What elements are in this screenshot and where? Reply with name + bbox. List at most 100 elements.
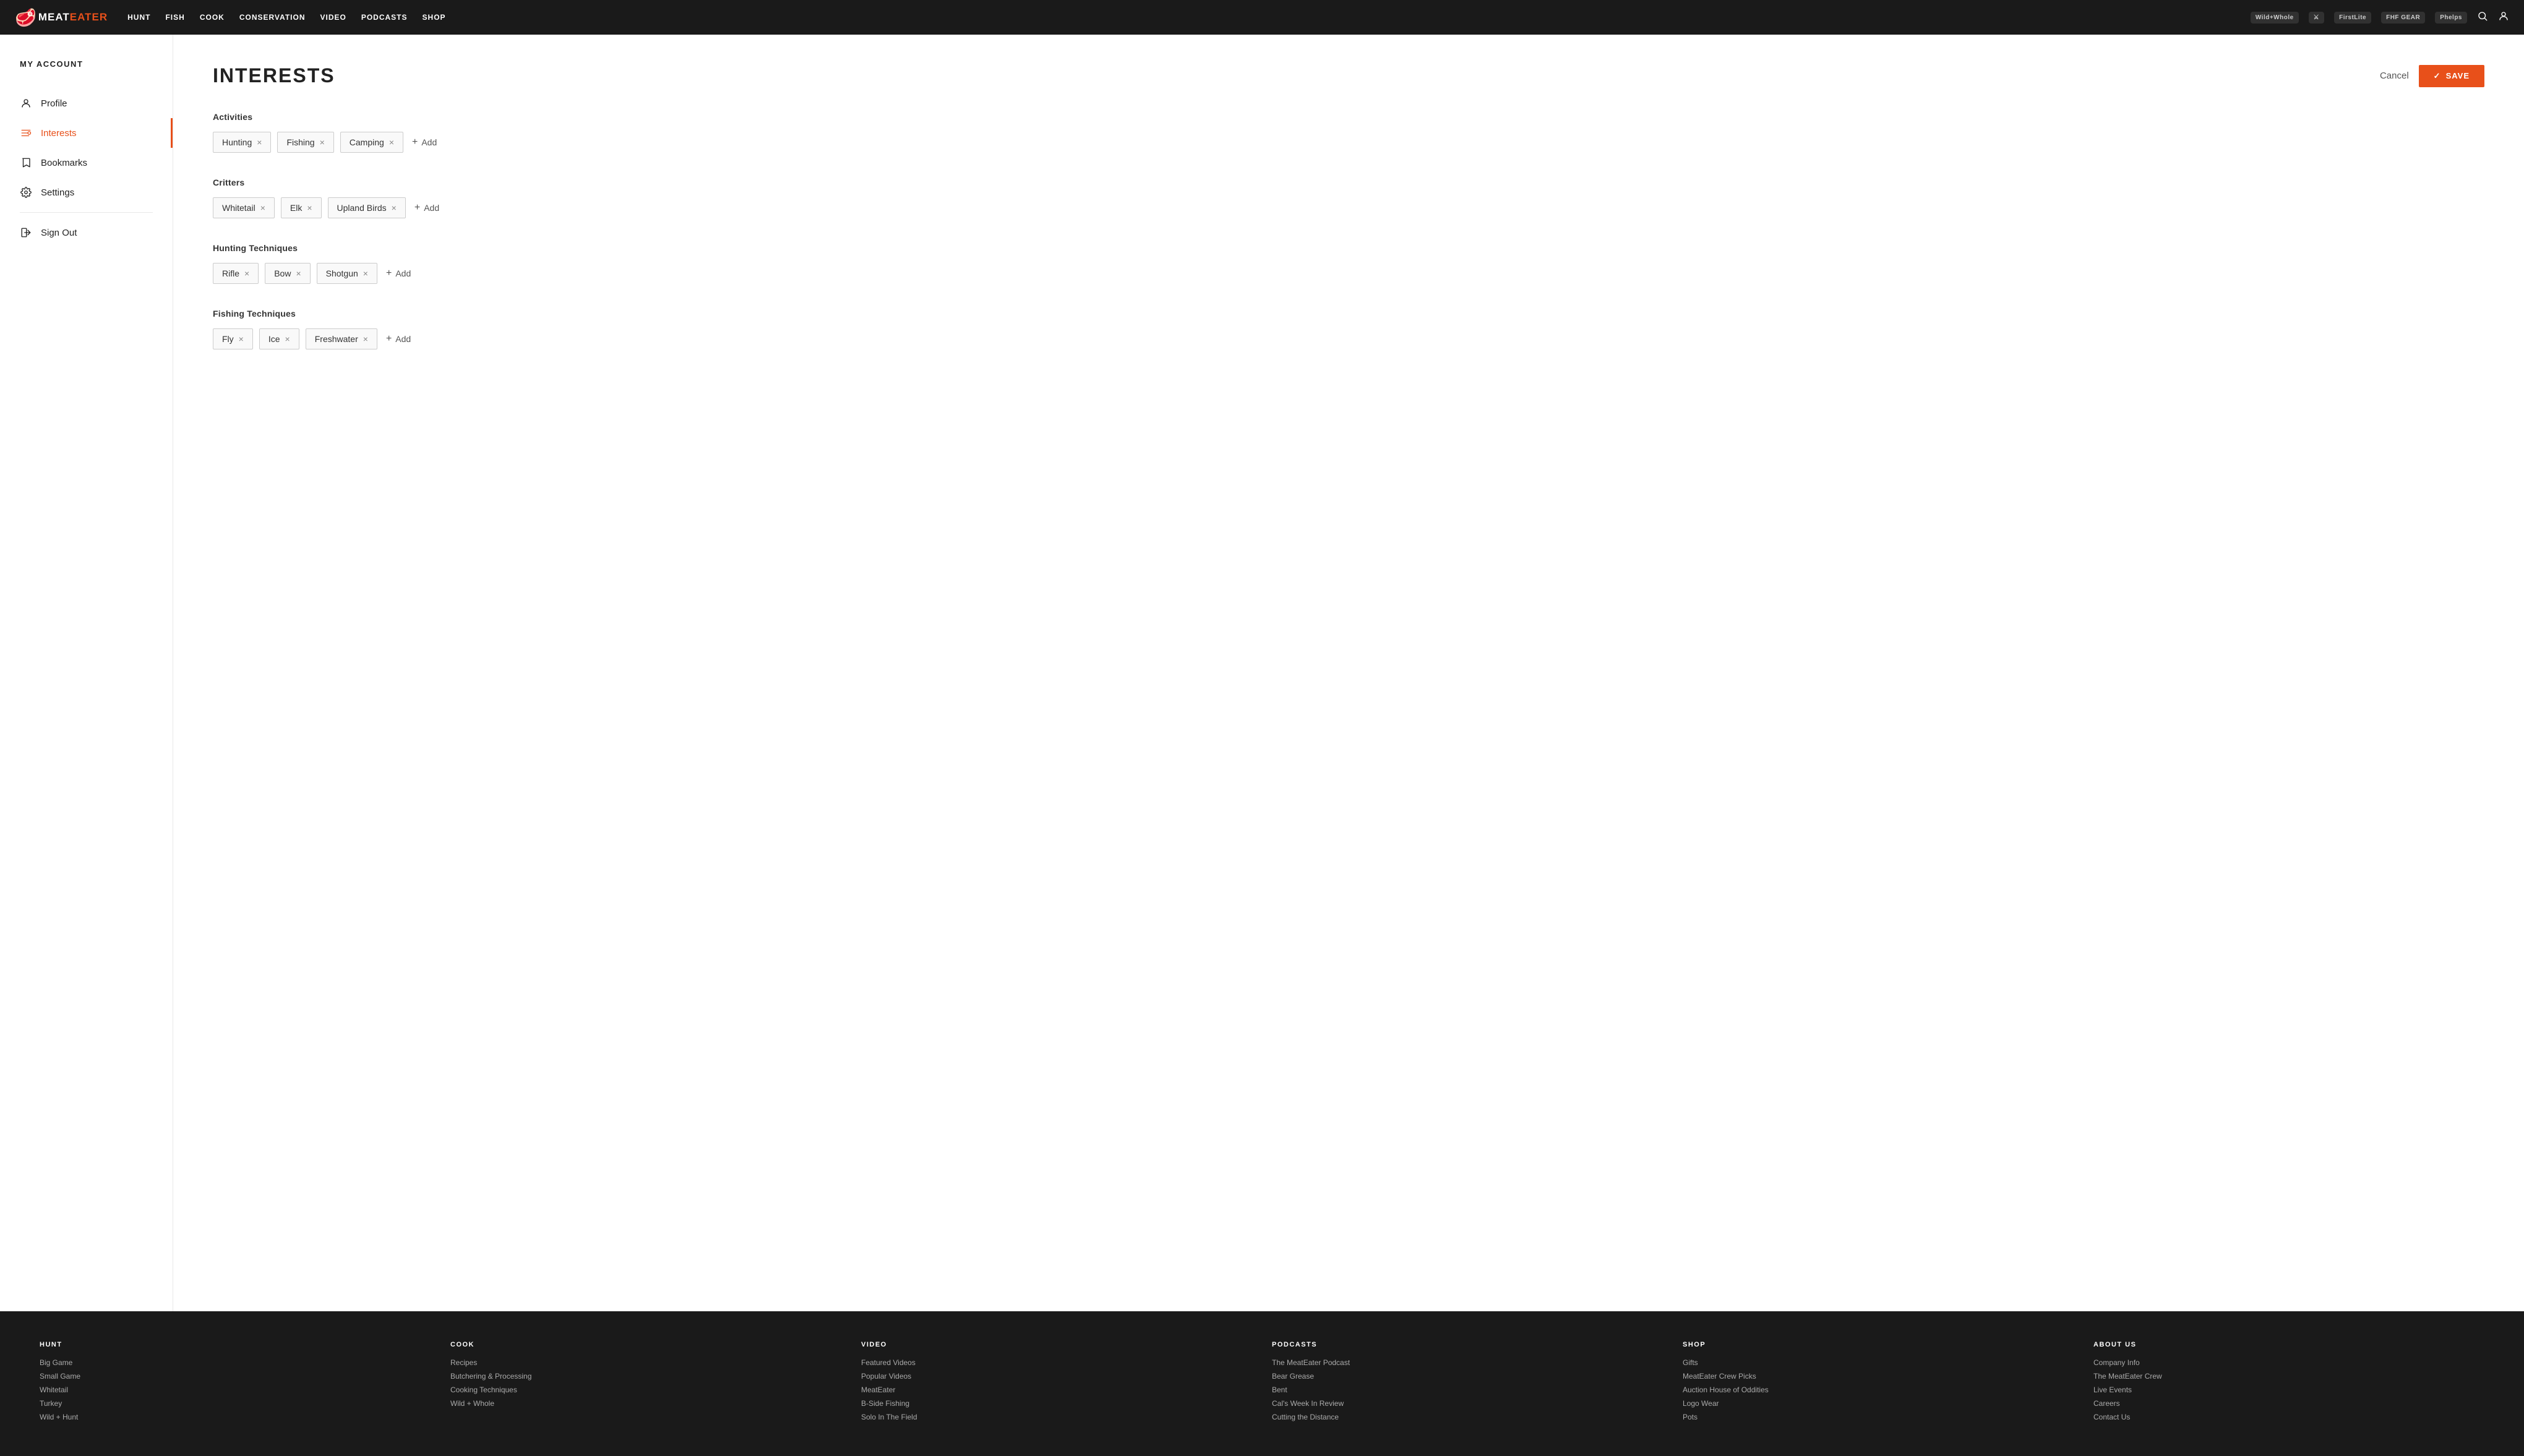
footer-link-logo-wear[interactable]: Logo Wear bbox=[1683, 1399, 2074, 1408]
sidebar-item-profile[interactable]: Profile bbox=[20, 88, 153, 118]
footer-link-meateater[interactable]: MeatEater bbox=[861, 1385, 1252, 1394]
footer-link-contact-us[interactable]: Contact Us bbox=[2093, 1413, 2484, 1421]
plus-icon: + bbox=[414, 202, 420, 213]
footer-col-hunt: HUNT Big Game Small Game Whitetail Turkey Wil… bbox=[40, 1341, 431, 1426]
add-label: Add bbox=[424, 203, 439, 213]
footer-link-company-info[interactable]: Company Info bbox=[2093, 1358, 2484, 1367]
logo-eater: EATER bbox=[70, 11, 108, 24]
signout-label: Sign Out bbox=[41, 228, 77, 238]
footer-link-wild-+-whole[interactable]: Wild + Whole bbox=[450, 1399, 841, 1408]
tag-label: Fly bbox=[222, 334, 234, 344]
sidebar-item-settings[interactable]: Settings bbox=[20, 178, 153, 207]
footer-link-featured-videos[interactable]: Featured Videos bbox=[861, 1358, 1252, 1367]
logo[interactable]: 🥩 MEAT EATER bbox=[15, 7, 108, 28]
tag-remove-whitetail[interactable]: × bbox=[260, 203, 265, 212]
tag-remove-rifle[interactable]: × bbox=[244, 269, 249, 278]
footer-grid: HUNT Big Game Small Game Whitetail Turkey Wil… bbox=[40, 1341, 2484, 1426]
brand-icon1[interactable]: ⚔ bbox=[2309, 12, 2324, 24]
tag-elk: Elk × bbox=[281, 197, 322, 218]
tag-remove-hunting[interactable]: × bbox=[257, 138, 262, 147]
footer-link-careers[interactable]: Careers bbox=[2093, 1399, 2484, 1408]
footer-link-b-side-fishing[interactable]: B-Side Fishing bbox=[861, 1399, 1252, 1408]
footer-col-title: VIDEO bbox=[861, 1341, 1252, 1348]
footer-link-bear-grease[interactable]: Bear Grease bbox=[1272, 1372, 1663, 1381]
footer-col-title: HUNT bbox=[40, 1341, 431, 1348]
tag-remove-freshwater[interactable]: × bbox=[363, 335, 368, 343]
tag-remove-elk[interactable]: × bbox=[307, 203, 312, 212]
search-button[interactable] bbox=[2477, 11, 2488, 25]
footer-col-title: PODCASTS bbox=[1272, 1341, 1663, 1348]
brand-firstlite[interactable]: FirstLite bbox=[2334, 12, 2371, 24]
brand-wild-whole[interactable]: Wild+Whole bbox=[2251, 12, 2299, 24]
brand-phelps[interactable]: Phelps bbox=[2435, 12, 2467, 24]
footer-link-turkey[interactable]: Turkey bbox=[40, 1399, 431, 1408]
tag-remove-shotgun[interactable]: × bbox=[363, 269, 368, 278]
tags-row-hunting-techniques: Rifle× Bow× Shotgun × + Add bbox=[213, 263, 2484, 284]
tag-label: Whitetail bbox=[222, 203, 255, 213]
tag-label: Hunting bbox=[222, 137, 252, 147]
footer-link-live-events[interactable]: Live Events bbox=[2093, 1385, 2484, 1394]
footer-link-cooking-techniques[interactable]: Cooking Techniques bbox=[450, 1385, 841, 1394]
brand-fhfgear[interactable]: FHF GEAR bbox=[2381, 12, 2425, 24]
save-button[interactable]: SAVE bbox=[2419, 65, 2484, 87]
footer-link-cal's-week-in-review[interactable]: Cal's Week In Review bbox=[1272, 1399, 1663, 1408]
section-fishing-techniques: Fishing TechniquesFly×Ice×Freshwater×+ A… bbox=[213, 309, 2484, 349]
nav-link-video[interactable]: VIDEO bbox=[320, 13, 346, 22]
cancel-button[interactable]: Cancel bbox=[2380, 71, 2409, 81]
footer-link-the-meateater-crew[interactable]: The MeatEater Crew bbox=[2093, 1372, 2484, 1381]
tag-remove-fly[interactable]: × bbox=[239, 335, 244, 343]
tag-remove-bow[interactable]: × bbox=[296, 269, 301, 278]
footer: HUNT Big Game Small Game Whitetail Turkey Wil… bbox=[0, 1311, 2524, 1456]
footer-link-big-game[interactable]: Big Game bbox=[40, 1358, 431, 1367]
footer-link-pots[interactable]: Pots bbox=[1683, 1413, 2074, 1421]
nav-link-cook[interactable]: COOK bbox=[200, 13, 225, 22]
footer-link-whitetail[interactable]: Whitetail bbox=[40, 1385, 431, 1394]
nav-link-fish[interactable]: FISH bbox=[165, 13, 184, 22]
sidebar-item-signout[interactable]: Sign Out bbox=[20, 218, 153, 247]
add-button-hunting-techniques[interactable]: + Add bbox=[384, 263, 413, 284]
tag-rifle: Rifle× bbox=[213, 263, 259, 284]
footer-link-auction-house-of-oddities[interactable]: Auction House of Oddities bbox=[1683, 1385, 2074, 1394]
tag-label: Shotgun bbox=[326, 268, 358, 278]
account-button[interactable] bbox=[2498, 11, 2509, 25]
tag-remove-fishing[interactable]: × bbox=[320, 138, 325, 147]
footer-link-meateater-crew-picks[interactable]: MeatEater Crew Picks bbox=[1683, 1372, 2074, 1381]
tag-bow: Bow× bbox=[265, 263, 310, 284]
main-content: INTERESTS Cancel SAVE ActivitiesHunting×… bbox=[173, 35, 2524, 1311]
sidebar-item-bookmarks[interactable]: Bookmarks bbox=[20, 148, 153, 178]
tag-fly: Fly × bbox=[213, 328, 253, 349]
add-button-critters[interactable]: + Add bbox=[412, 197, 442, 218]
nav-link-shop[interactable]: SHOP bbox=[423, 13, 446, 22]
footer-link-wild-+-hunt[interactable]: Wild + Hunt bbox=[40, 1413, 431, 1421]
footer-link-popular-videos[interactable]: Popular Videos bbox=[861, 1372, 1252, 1381]
footer-link-cutting-the-distance[interactable]: Cutting the Distance bbox=[1272, 1413, 1663, 1421]
footer-col-cook: COOKRecipesButchering & ProcessingCookin… bbox=[450, 1341, 841, 1426]
sidebar-item-interests[interactable]: Interests bbox=[20, 118, 153, 148]
footer-link-gifts[interactable]: Gifts bbox=[1683, 1358, 2074, 1367]
interests-icon bbox=[20, 127, 32, 139]
tag-upland-birds: Upland Birds× bbox=[328, 197, 406, 218]
sidebar: MY ACCOUNT ProfileInterestsBookmarksSett… bbox=[0, 35, 173, 1311]
nav-link-hunt[interactable]: HUNT bbox=[127, 13, 150, 22]
nav-link-conservation[interactable]: CONSERVATION bbox=[239, 13, 306, 22]
tag-label: Camping bbox=[350, 137, 384, 147]
tag-label: Elk bbox=[290, 203, 302, 213]
add-button-activities[interactable]: + Add bbox=[410, 132, 439, 153]
footer-col-podcasts: PODCASTS The MeatEater Podcast Bear Grease… bbox=[1272, 1341, 1663, 1426]
tag-freshwater: Freshwater× bbox=[306, 328, 377, 349]
footer-link-butchering-&-processing[interactable]: Butchering & Processing bbox=[450, 1372, 841, 1381]
footer-col-video: VIDEO Featured Videos Popular Videos MeatEa… bbox=[861, 1341, 1252, 1426]
nav-link-podcasts[interactable]: PODCASTS bbox=[361, 13, 408, 22]
footer-link-small-game[interactable]: Small Game bbox=[40, 1372, 431, 1381]
footer-link-solo-in-the-field[interactable]: Solo In The Field bbox=[861, 1413, 1252, 1421]
tags-row-fishing-techniques: Fly×Ice×Freshwater×+ Add bbox=[213, 328, 2484, 349]
footer-link-recipes[interactable]: Recipes bbox=[450, 1358, 841, 1367]
tag-remove-upland-birds[interactable]: × bbox=[392, 203, 397, 212]
tag-remove-ice[interactable]: × bbox=[285, 335, 290, 343]
add-button-fishing-techniques[interactable]: + Add bbox=[384, 328, 413, 349]
footer-link-bent[interactable]: Bent bbox=[1272, 1385, 1663, 1394]
sidebar-nav: Profile Interests BookmarksSettings bbox=[20, 88, 153, 207]
sidebar-item-label-interests: Interests bbox=[41, 128, 77, 139]
tag-remove-camping[interactable]: × bbox=[389, 138, 394, 147]
footer-link-the-meateater-podcast[interactable]: The MeatEater Podcast bbox=[1272, 1358, 1663, 1367]
